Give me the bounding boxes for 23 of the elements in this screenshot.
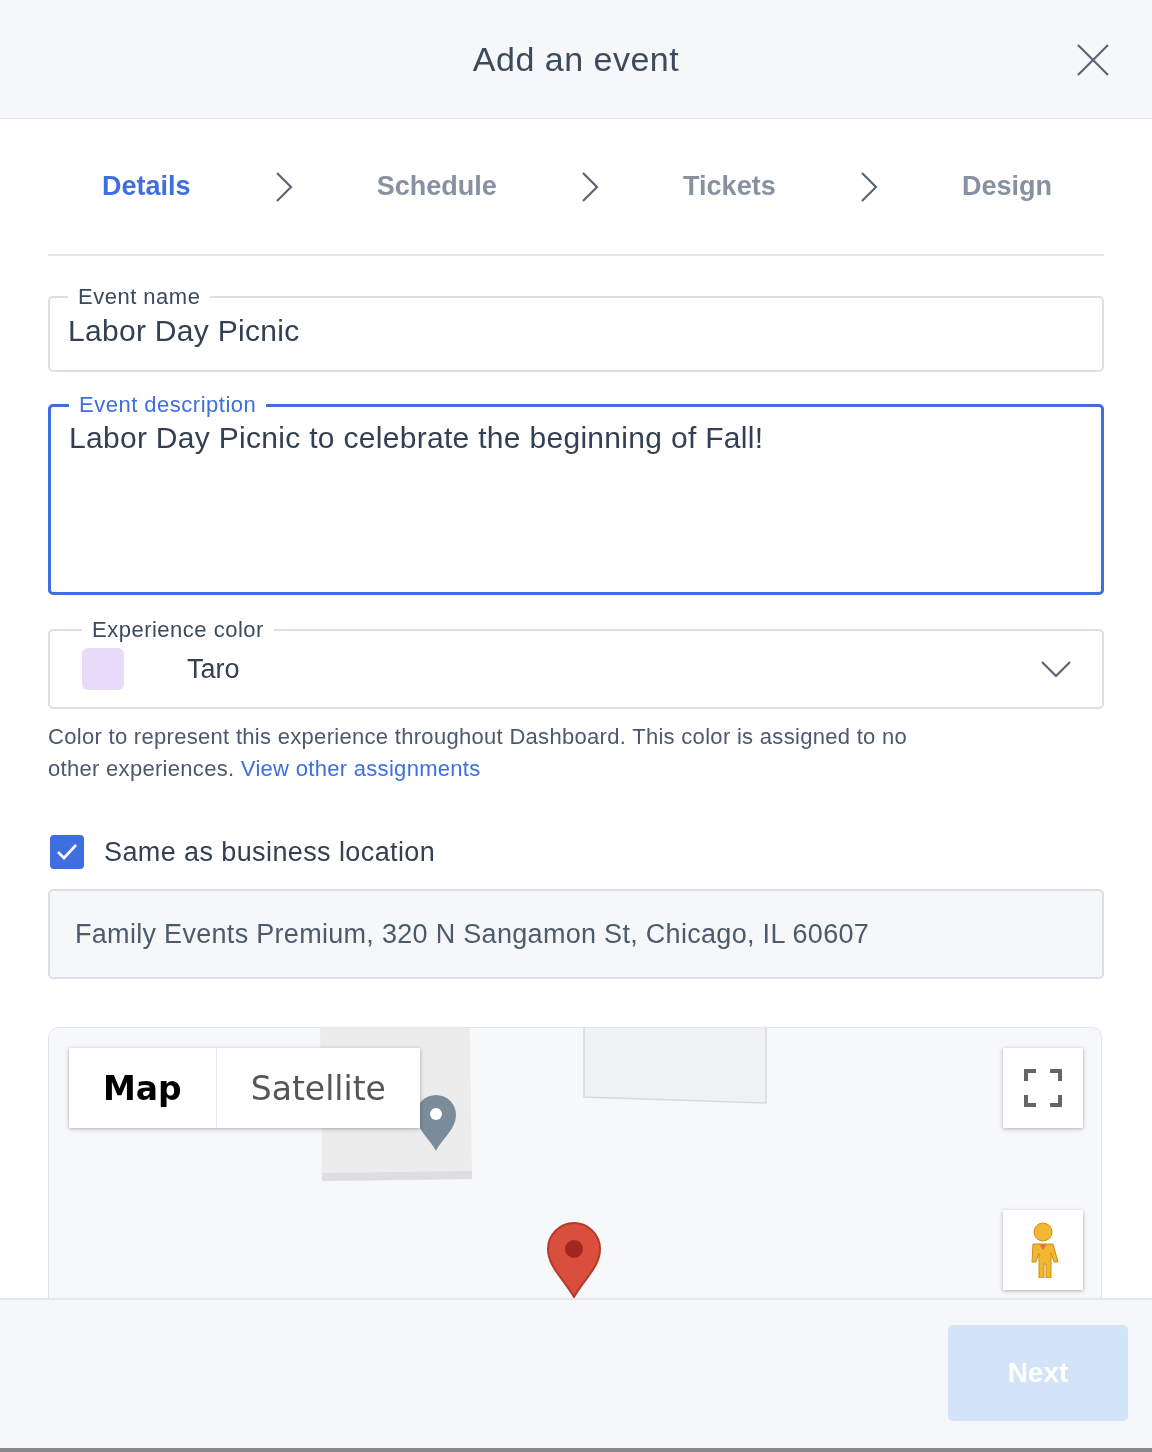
chevron-right-icon (580, 170, 599, 203)
chevron-right-icon (859, 170, 878, 203)
close-icon (1076, 43, 1110, 77)
select-value: Taro (187, 653, 241, 685)
step-tab[interactable]: Details (102, 171, 191, 202)
check-icon (56, 843, 78, 861)
fullscreen-icon (1024, 1069, 1062, 1107)
help-text: Color to represent this experience throughout Dashboard. This color is assigned to no other experiences. View other assignments (48, 723, 909, 783)
map-type-button[interactable]: Satellite (215, 1048, 420, 1128)
text-area[interactable]: Labor Day Picnic to celebrate the beginning of Fall! (69, 420, 1083, 540)
fullscreen-button[interactable] (1003, 1048, 1083, 1128)
field-label: Event description (78, 392, 258, 418)
field-label: Experience color (91, 617, 265, 643)
text-input[interactable]: Labor Day Picnic (68, 314, 1084, 348)
field-label: Event name (77, 284, 202, 310)
view-assignments-link[interactable]: View other assignments (240, 756, 481, 781)
checkbox-label: Same as business location (104, 836, 436, 868)
map-type-button[interactable]: Map (69, 1048, 216, 1128)
close-button[interactable] (1076, 43, 1110, 77)
checkbox[interactable] (50, 835, 84, 869)
chevron-right-icon (274, 170, 293, 203)
dialog-title: Add an event (472, 39, 680, 79)
chevron-down-icon (1040, 660, 1072, 678)
